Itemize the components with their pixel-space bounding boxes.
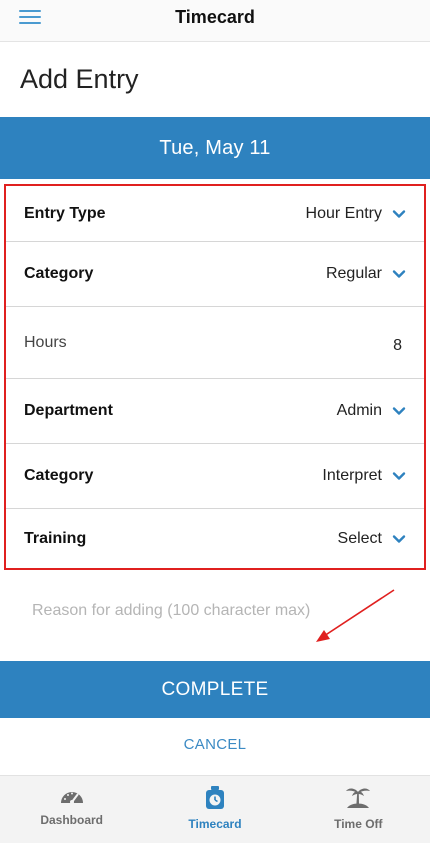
tab-dashboard-label: Dashboard — [40, 813, 103, 827]
entry-type-label: Entry Type — [24, 204, 106, 222]
complete-button[interactable]: COMPLETE — [0, 661, 430, 718]
highlighted-form-fields: Entry Type Hour Entry Category Regular H… — [4, 184, 426, 570]
speedometer-icon — [60, 792, 83, 804]
annotation-arrow-icon — [316, 589, 395, 642]
category-value: Regular — [325, 265, 382, 282]
training-row[interactable]: Training Select — [6, 509, 424, 568]
bottom-tab-bar: Dashboard Timecard Time Off — [0, 775, 430, 843]
department-row[interactable]: Department Admin — [6, 379, 424, 444]
training-label: Training — [24, 529, 87, 547]
entry-type-value: Hour Entry — [305, 204, 382, 222]
chevron-down-icon — [392, 209, 406, 218]
page-title: Add Entry — [20, 64, 139, 94]
category-secondary-value: Interpret — [322, 467, 382, 484]
date-banner: Tue, May 11 — [0, 117, 430, 179]
chevron-down-icon — [392, 270, 406, 278]
hours-label: Hours — [24, 333, 67, 351]
tab-timecard[interactable]: Timecard — [143, 776, 286, 843]
hours-row[interactable]: Hours 8 — [6, 307, 424, 379]
cancel-button[interactable]: CANCEL — [0, 736, 430, 753]
reason-input[interactable]: Reason for adding (100 character max) — [32, 602, 310, 620]
category-row[interactable]: Category Regular — [6, 242, 424, 307]
chevron-down-icon — [392, 407, 406, 415]
tab-time-off[interactable]: Time Off — [287, 776, 430, 843]
tab-timecard-label: Timecard — [188, 817, 242, 831]
tab-time-off-label: Time Off — [334, 817, 383, 831]
hours-input[interactable]: 8 — [393, 337, 402, 355]
chevron-down-icon — [392, 534, 406, 543]
stopwatch-icon — [205, 786, 224, 809]
department-value: Admin — [336, 402, 382, 419]
tab-dashboard[interactable]: Dashboard — [0, 776, 143, 843]
app-title: Timecard — [175, 7, 255, 27]
category-label: Category — [24, 265, 94, 282]
department-label: Department — [24, 402, 113, 419]
training-value: Select — [337, 529, 382, 547]
chevron-down-icon — [392, 472, 406, 480]
top-bar: Timecard — [0, 0, 430, 42]
entry-type-row[interactable]: Entry Type Hour Entry — [6, 186, 424, 242]
island-palm-icon — [346, 788, 371, 808]
category-secondary-row[interactable]: Category Interpret — [6, 444, 424, 509]
category-secondary-label: Category — [24, 467, 94, 484]
